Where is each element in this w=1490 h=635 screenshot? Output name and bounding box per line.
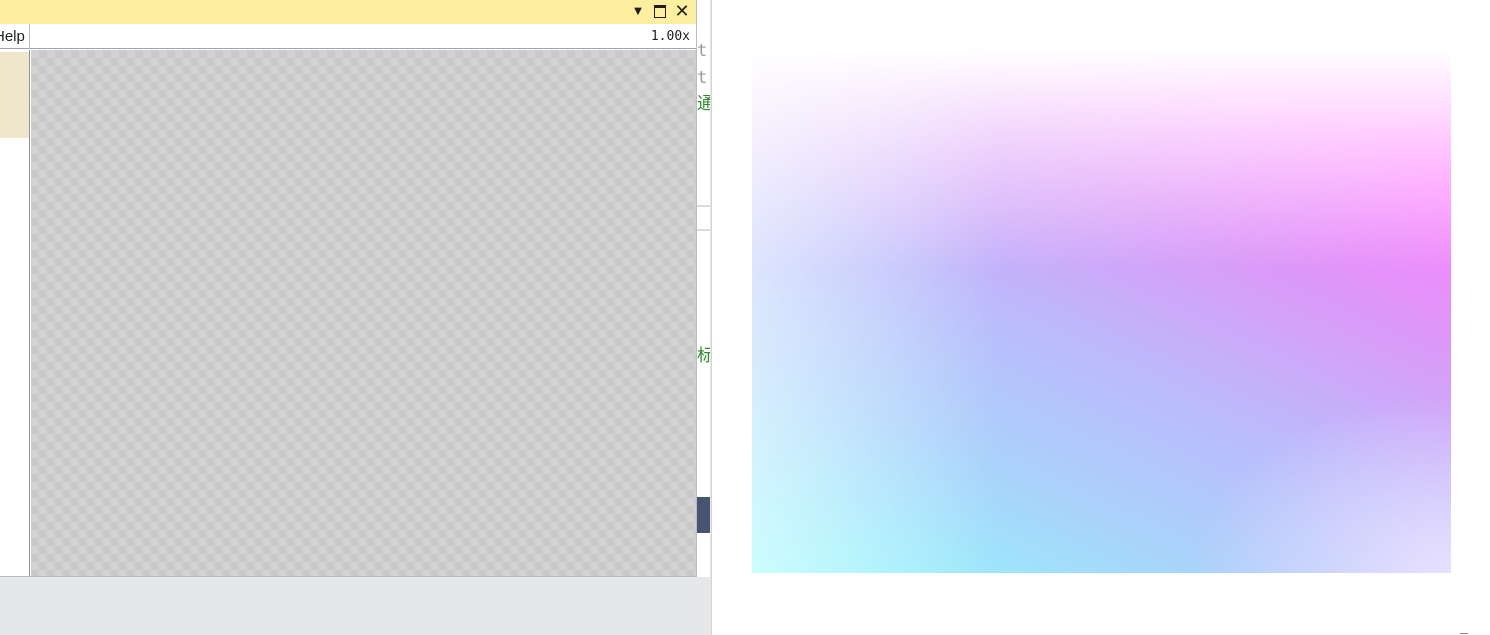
help-menu[interactable]: Help	[0, 24, 30, 49]
code-comment: 通	[697, 94, 710, 114]
preview-pane	[711, 0, 1490, 635]
side-panel-selected-item[interactable]	[0, 52, 29, 138]
gradient-corner-highlight	[1191, 393, 1451, 573]
resize-grip-icon[interactable]	[1460, 633, 1468, 634]
close-icon[interactable]: ✕	[672, 2, 692, 22]
viewer-side-panel	[0, 50, 30, 576]
editor-divider	[697, 229, 710, 231]
viewer-titlebar[interactable]: ▼ ✕	[0, 0, 696, 24]
zoom-level-readout: 1.00x	[650, 29, 690, 44]
image-viewer-window: ▼ ✕ Help 1.00x	[0, 0, 697, 577]
maximize-icon[interactable]	[650, 2, 670, 22]
gradient-preview-image	[752, 49, 1451, 573]
viewer-toolbar: Help 1.00x	[0, 24, 696, 49]
editor-status-block	[697, 497, 710, 533]
code-editor-edge: t t 通 标	[697, 0, 710, 635]
transparent-canvas[interactable]	[31, 50, 696, 576]
editor-divider	[697, 205, 710, 207]
code-comment: 标	[697, 346, 710, 366]
code-line: t	[697, 41, 708, 61]
editor-footer	[697, 577, 710, 635]
code-line: t	[697, 68, 708, 88]
dropdown-arrow-icon[interactable]: ▼	[628, 2, 648, 22]
